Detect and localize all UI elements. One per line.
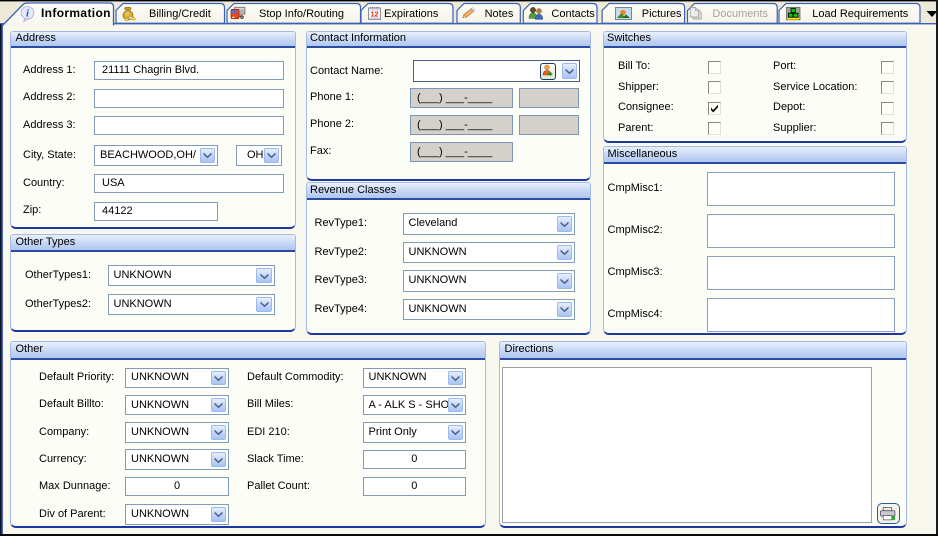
svg-text:Expirations: Expirations	[384, 8, 439, 20]
svg-text:Notes: Notes	[485, 8, 514, 20]
svg-text:12: 12	[371, 12, 379, 19]
svg-text:Billing/Credit: Billing/Credit	[149, 8, 211, 20]
svg-text:Pictures: Pictures	[642, 8, 682, 20]
svg-text:Information: Information	[41, 6, 111, 20]
svg-text:Documents: Documents	[712, 8, 768, 20]
svg-text:Contacts: Contacts	[551, 8, 595, 20]
svg-text:Load Requirements: Load Requirements	[812, 8, 909, 20]
svg-text:Stop Info/Routing: Stop Info/Routing	[259, 8, 344, 20]
